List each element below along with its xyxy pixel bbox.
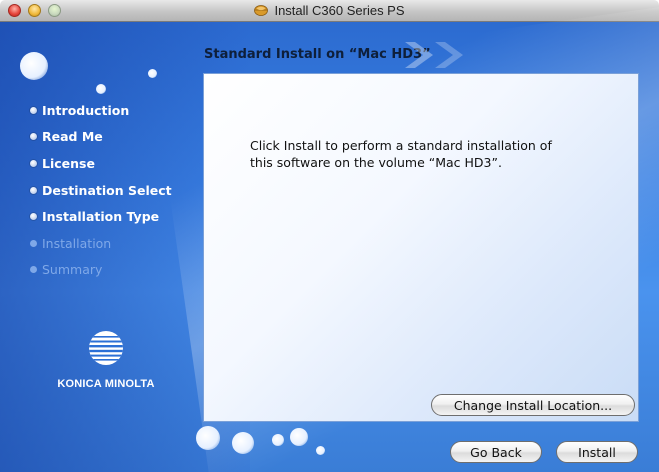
step-bullet-icon — [30, 266, 37, 274]
decorative-bubble-medium — [196, 426, 220, 450]
step-bullet-icon — [30, 239, 37, 247]
step-read-me: Read Me — [30, 124, 172, 151]
decorative-bubble-small — [316, 446, 325, 455]
chevron-right-icon — [405, 42, 463, 68]
installer-steps: Introduction Read Me License Destination… — [30, 97, 172, 283]
step-bullet-icon — [30, 106, 37, 114]
step-label: Destination Select — [42, 182, 172, 198]
decorative-bubble-small — [96, 84, 106, 94]
decorative-bubble-medium — [232, 432, 254, 454]
step-label: Introduction — [42, 102, 130, 118]
install-description: Click Install to perform a standard inst… — [250, 137, 620, 171]
window-title: Install C360 Series PS — [274, 3, 405, 18]
step-label: Installation Type — [42, 209, 160, 225]
logo-wordmark: KONICA MINOLTA — [57, 378, 155, 390]
step-summary: Summary — [30, 257, 172, 284]
decorative-bubble-small — [148, 69, 157, 78]
installer-window: Install C360 Series PS Standard Install … — [0, 0, 659, 472]
decorative-bubble-medium — [290, 428, 308, 446]
description-line: this software on the volume “Mac HD3”. — [250, 155, 502, 170]
decorative-bubble-large — [20, 52, 48, 80]
step-bullet-icon — [30, 186, 37, 194]
window-title-group: Install C360 Series PS — [0, 0, 659, 21]
step-label: Installation — [42, 235, 112, 251]
content-panel — [203, 73, 639, 422]
change-install-location-button[interactable]: Change Install Location... — [431, 394, 635, 416]
step-label: License — [42, 155, 95, 171]
title-bar: Install C360 Series PS — [0, 0, 659, 22]
step-bullet-icon — [30, 133, 37, 141]
decorative-bubble-small — [272, 434, 284, 446]
step-destination-select: Destination Select — [30, 177, 172, 204]
konica-minolta-logo-icon — [89, 331, 123, 365]
go-back-button[interactable]: Go Back — [450, 441, 542, 463]
description-line: Click Install to perform a standard inst… — [250, 138, 552, 153]
step-label: Summary — [42, 262, 103, 278]
step-bullet-icon — [30, 159, 37, 167]
step-label: Read Me — [42, 129, 103, 145]
step-installation: Installation — [30, 230, 172, 257]
package-icon — [254, 5, 269, 16]
step-bullet-icon — [30, 213, 37, 221]
step-introduction: Introduction — [30, 97, 172, 124]
step-installation-type: Installation Type — [30, 203, 172, 230]
install-button[interactable]: Install — [556, 441, 638, 463]
step-license: License — [30, 150, 172, 177]
